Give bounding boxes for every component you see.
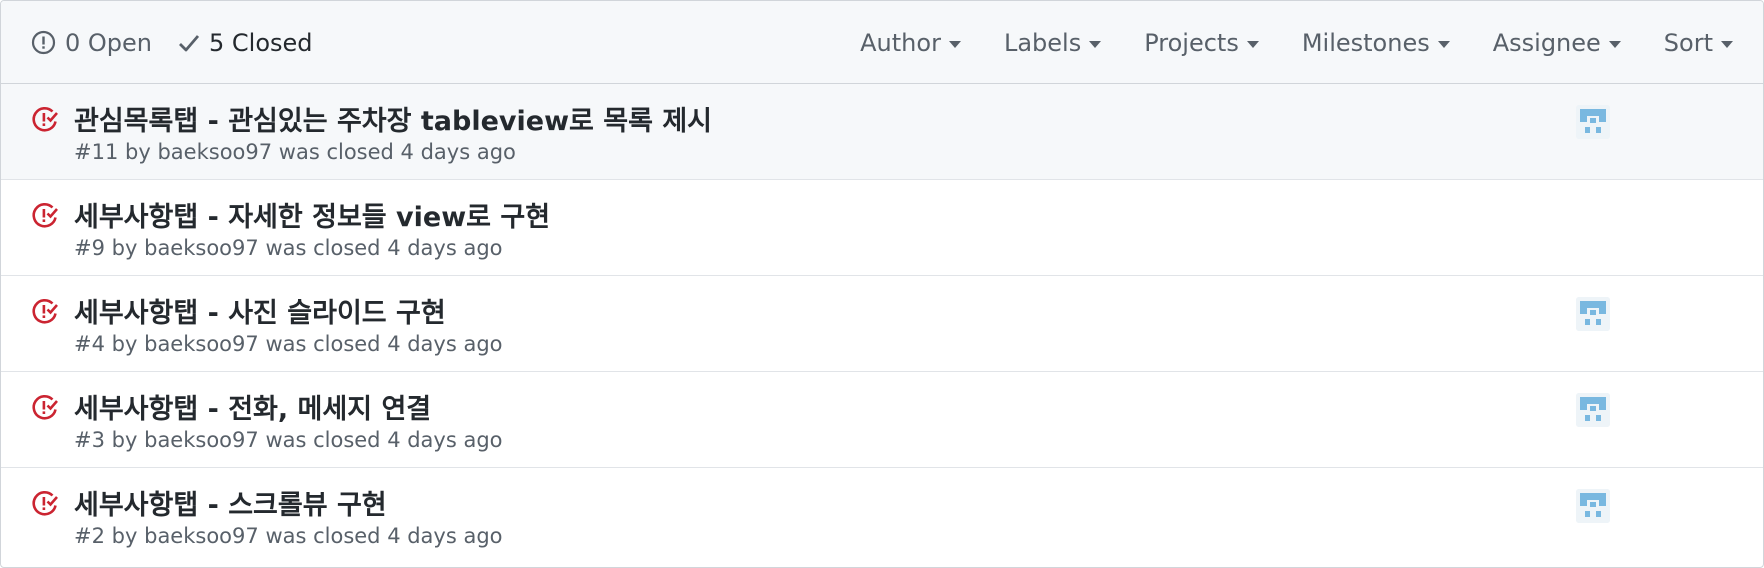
projects-filter[interactable]: Projects: [1144, 29, 1259, 57]
issue-row[interactable]: 관심목록탭 - 관심있는 주차장 tableview로 목록 제시 #11 by…: [1, 84, 1763, 180]
sort-filter[interactable]: Sort: [1664, 29, 1733, 57]
assignee-filter-label: Assignee: [1492, 28, 1601, 57]
issue-author-link[interactable]: baeksoo97: [144, 524, 259, 548]
issue-status: was closed 4 days ago: [265, 236, 503, 260]
issue-closed-icon: [31, 394, 59, 422]
open-issues-label: 0 Open: [65, 28, 152, 57]
issue-status: was closed 4 days ago: [265, 332, 503, 356]
issue-author-link[interactable]: baeksoo97: [144, 236, 259, 260]
caret-down-icon: [1089, 40, 1102, 48]
issue-number: #3: [74, 428, 105, 452]
issue-meta: #2 by baeksoo97 was closed 4 days ago: [74, 524, 503, 548]
closed-issues-label: 5 Closed: [209, 28, 313, 57]
issue-number: #11: [74, 140, 119, 164]
issue-by: by: [125, 140, 151, 164]
check-icon: [178, 33, 200, 53]
author-filter-label: Author: [860, 28, 941, 57]
issue-closed-icon: [31, 298, 59, 326]
issue-by: by: [111, 524, 138, 548]
issue-meta: #9 by baeksoo97 was closed 4 days ago: [74, 236, 503, 260]
issue-number: #4: [74, 332, 105, 356]
open-issues-link[interactable]: 0 Open: [31, 29, 152, 57]
issue-author-link[interactable]: baeksoo97: [144, 428, 259, 452]
issue-by: by: [111, 236, 138, 260]
issue-closed-icon: [31, 106, 59, 134]
issue-row[interactable]: 세부사항탭 - 전화, 메세지 연결 #3 by baeksoo97 was c…: [1, 372, 1763, 468]
issues-list: 0 Open 5 Closed Author Labels Projects M…: [0, 0, 1764, 568]
issue-title-link[interactable]: 세부사항탭 - 전화, 메세지 연결: [74, 387, 431, 426]
caret-down-icon: [1721, 40, 1733, 48]
issue-by: by: [111, 332, 138, 356]
filter-bar: Author Labels Projects Milestones Assign…: [860, 1, 1763, 84]
issue-number: #9: [74, 236, 105, 260]
sort-filter-label: Sort: [1663, 28, 1713, 57]
issue-status: was closed 4 days ago: [265, 428, 503, 452]
issue-opened-icon: [31, 30, 56, 55]
milestones-filter-label: Milestones: [1301, 28, 1430, 57]
issue-by: by: [111, 428, 138, 452]
issue-status: was closed 4 days ago: [265, 524, 503, 548]
caret-down-icon: [1246, 40, 1259, 48]
issue-author-link[interactable]: baeksoo97: [144, 332, 259, 356]
issue-status: was closed 4 days ago: [278, 140, 516, 164]
assignee-avatar[interactable]: [1576, 489, 1610, 523]
issue-row[interactable]: 세부사항탭 - 스크롤뷰 구현 #2 by baeksoo97 was clos…: [1, 468, 1763, 564]
issue-author-link[interactable]: baeksoo97: [157, 140, 272, 164]
issue-number: #2: [74, 524, 105, 548]
issue-meta: #3 by baeksoo97 was closed 4 days ago: [74, 428, 503, 452]
issue-title-link[interactable]: 관심목록탭 - 관심있는 주차장 tableview로 목록 제시: [74, 99, 712, 138]
issue-closed-icon: [31, 490, 59, 518]
issue-row[interactable]: 세부사항탭 - 사진 슬라이드 구현 #4 by baeksoo97 was c…: [1, 276, 1763, 372]
issue-title-link[interactable]: 세부사항탭 - 스크롤뷰 구현: [74, 483, 387, 522]
caret-down-icon: [948, 40, 961, 48]
assignee-avatar[interactable]: [1576, 297, 1610, 331]
issue-row[interactable]: 세부사항탭 - 자세한 정보들 view로 구현 #9 by baeksoo97…: [1, 180, 1763, 276]
caret-down-icon: [1608, 40, 1621, 48]
projects-filter-label: Projects: [1144, 28, 1239, 57]
assignee-avatar[interactable]: [1576, 393, 1610, 427]
closed-issues-link[interactable]: 5 Closed: [178, 29, 313, 57]
author-filter[interactable]: Author: [860, 29, 961, 57]
issue-state-toggle: 0 Open 5 Closed: [31, 1, 313, 84]
milestones-filter[interactable]: Milestones: [1302, 29, 1450, 57]
issues-list-header: 0 Open 5 Closed Author Labels Projects M…: [1, 1, 1763, 84]
labels-filter-label: Labels: [1003, 28, 1082, 57]
issue-title-link[interactable]: 세부사항탭 - 자세한 정보들 view로 구현: [74, 195, 550, 234]
caret-down-icon: [1437, 40, 1450, 48]
issue-closed-icon: [31, 202, 59, 230]
issue-meta: #4 by baeksoo97 was closed 4 days ago: [74, 332, 503, 356]
issue-meta: #11 by baeksoo97 was closed 4 days ago: [74, 140, 516, 164]
issue-title-link[interactable]: 세부사항탭 - 사진 슬라이드 구현: [74, 291, 446, 330]
assignee-filter[interactable]: Assignee: [1493, 29, 1621, 57]
labels-filter[interactable]: Labels: [1003, 28, 1102, 57]
assignee-avatar[interactable]: [1576, 105, 1610, 139]
